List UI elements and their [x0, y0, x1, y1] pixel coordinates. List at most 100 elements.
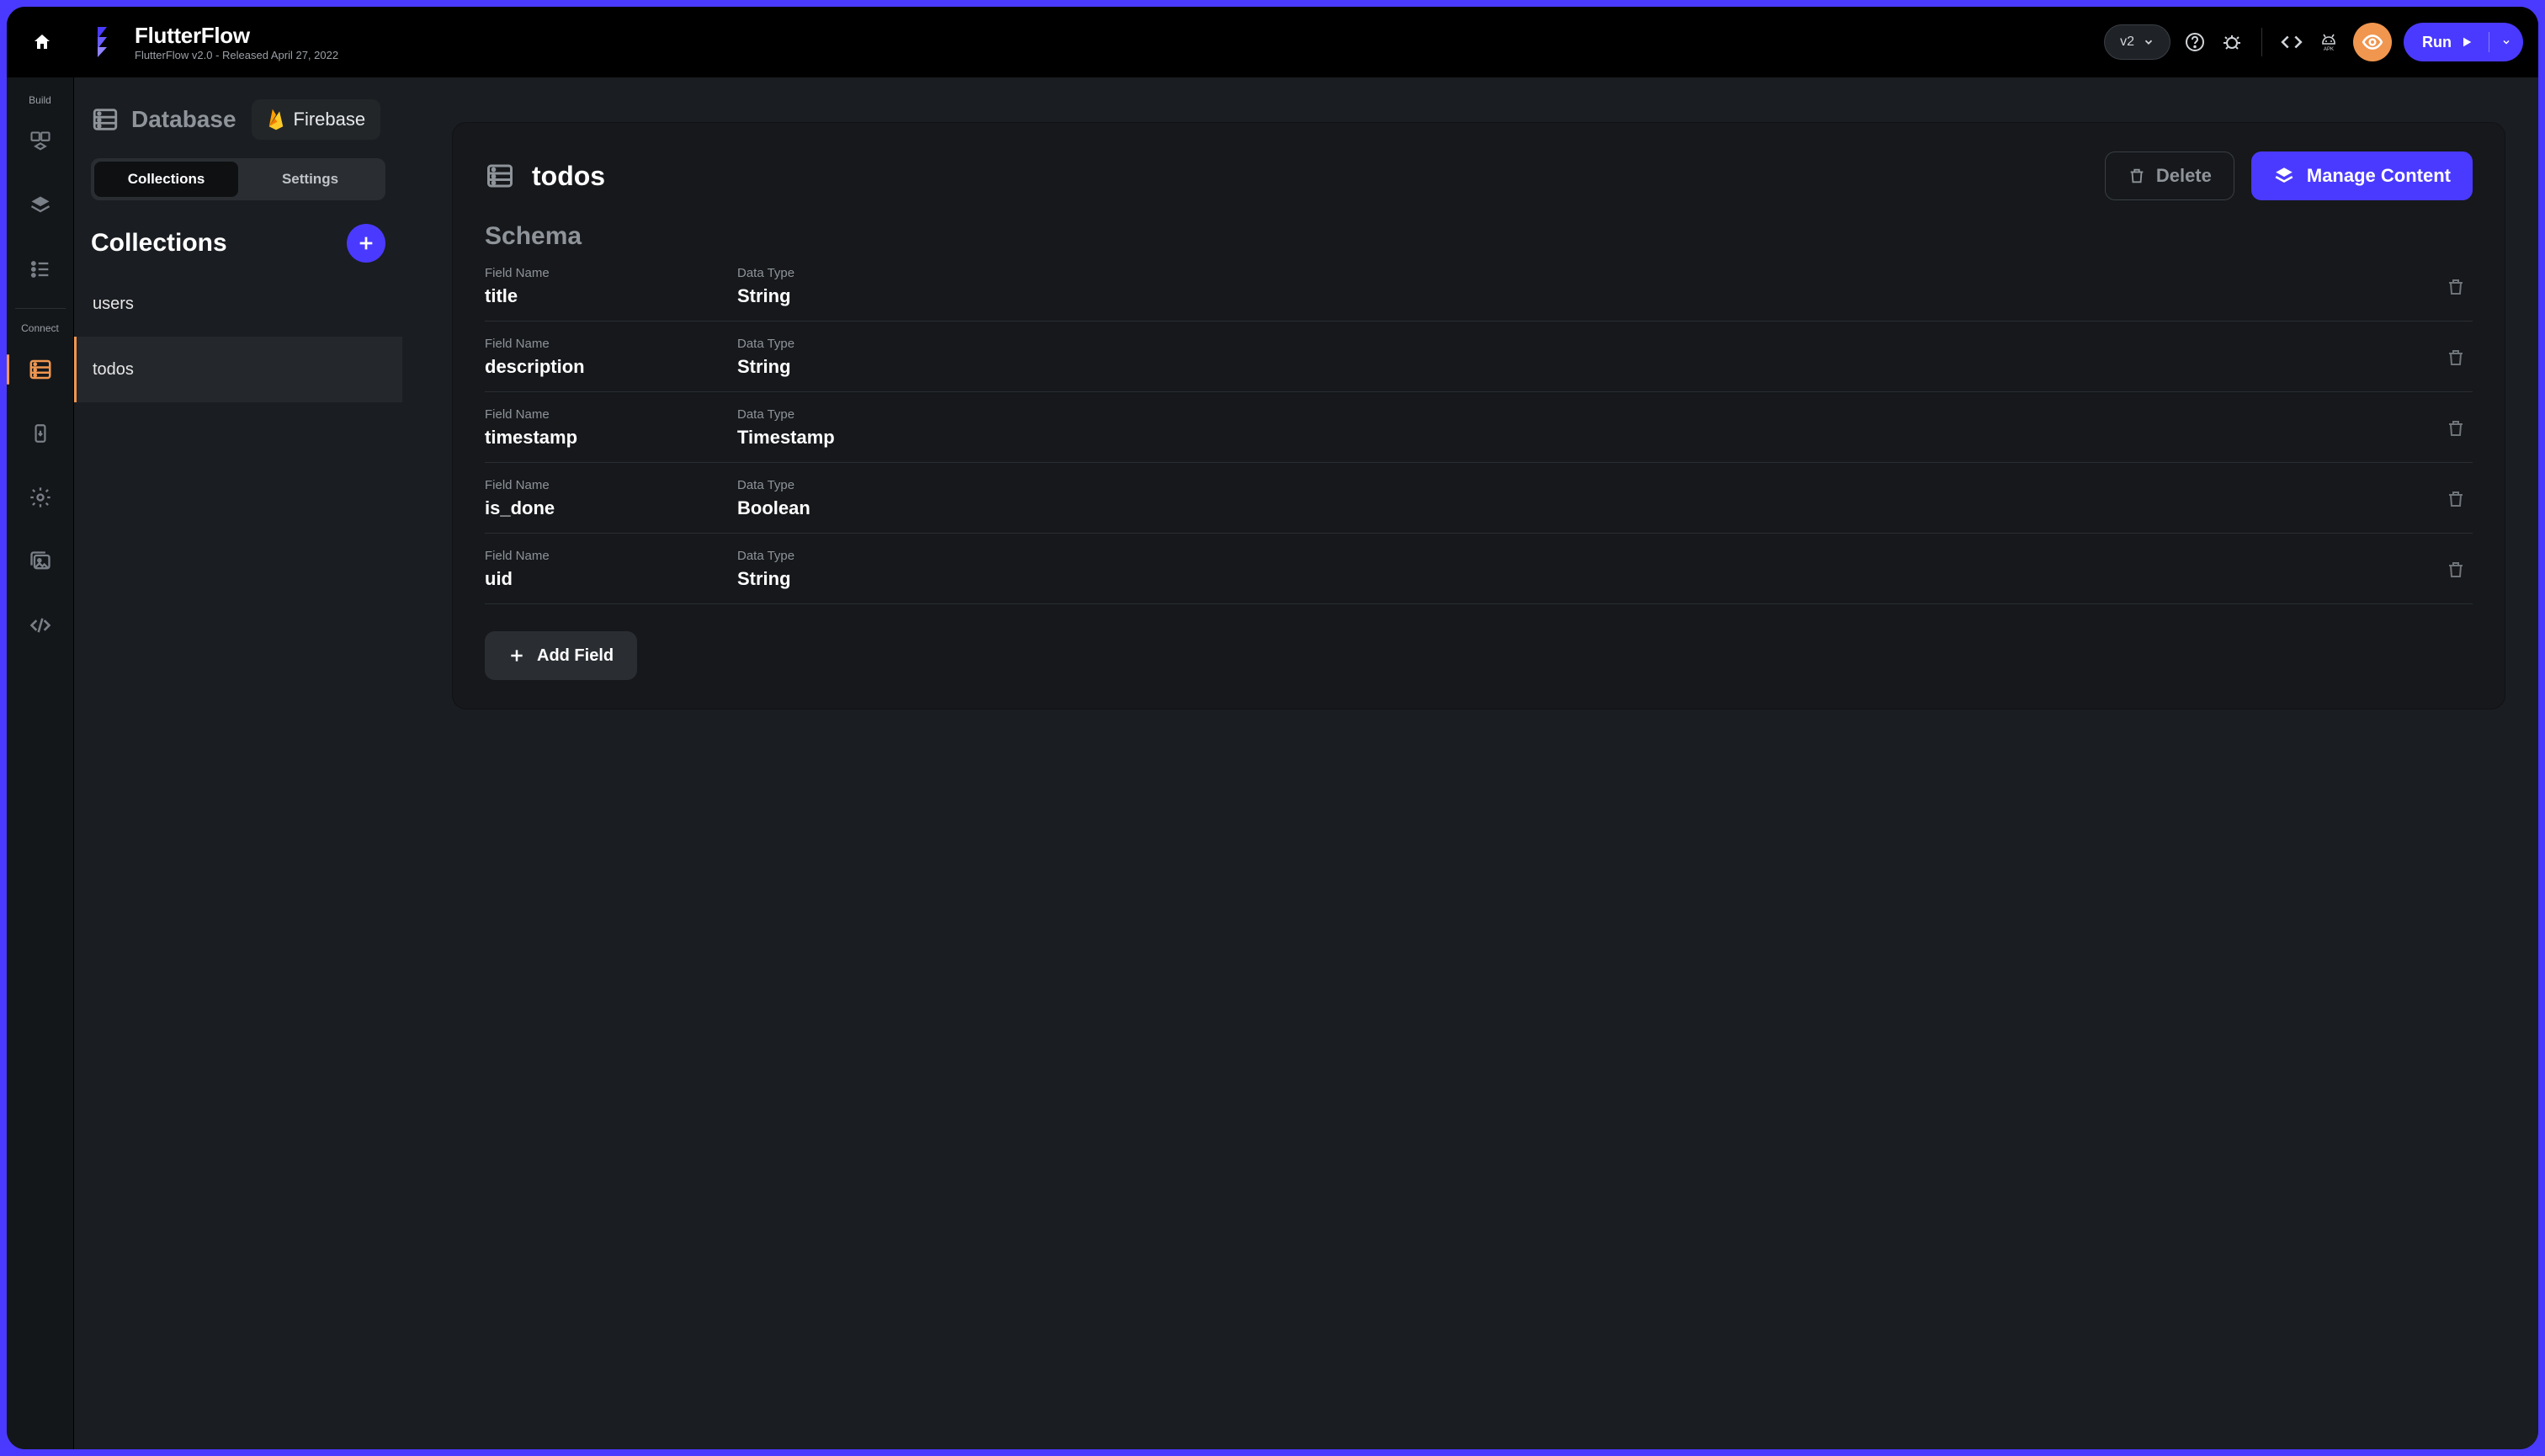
debug-button[interactable]	[2219, 29, 2245, 55]
delete-field-button[interactable]	[2439, 270, 2473, 304]
data-type-header: Data Type	[737, 266, 2439, 280]
add-field-button[interactable]: Add Field	[485, 631, 637, 680]
rail-firestore[interactable]	[20, 349, 61, 390]
preview-button[interactable]	[2353, 23, 2392, 61]
data-type-header: Data Type	[737, 478, 2439, 492]
nav-rail: Build Connect	[7, 77, 74, 1449]
delete-label: Delete	[2156, 165, 2212, 187]
version-label: v2	[2120, 35, 2134, 50]
firebase-icon	[267, 108, 285, 131]
data-type-header: Data Type	[737, 549, 2439, 563]
field-type-value: String	[737, 285, 2439, 307]
trash-icon	[2446, 489, 2466, 509]
main-content: todos Delete Manage Content Schema Field…	[402, 77, 2538, 1449]
run-dropdown[interactable]	[2489, 37, 2523, 47]
collection-item-users[interactable]: users	[74, 271, 402, 337]
collection-item-todos[interactable]: todos	[74, 337, 402, 402]
app-subtitle: FlutterFlow v2.0 - Released April 27, 20…	[135, 49, 338, 61]
schema-field-row: Field Name uidData Type String	[485, 534, 2473, 604]
home-button[interactable]	[7, 7, 77, 77]
field-name-header: Field Name	[485, 549, 737, 563]
field-type-value: String	[737, 568, 2439, 590]
code-button[interactable]	[2279, 29, 2304, 55]
image-gallery-icon	[29, 550, 52, 573]
field-name-header: Field Name	[485, 478, 737, 492]
field-type-value: String	[737, 356, 2439, 378]
plus-icon	[508, 647, 525, 664]
collection-panel: todos Delete Manage Content Schema Field…	[453, 123, 2505, 709]
android-apk-icon: APK	[2319, 32, 2339, 52]
collections-list: users todos	[74, 271, 402, 402]
gear-icon	[29, 486, 52, 509]
list-icon	[29, 258, 52, 281]
data-type-header: Data Type	[737, 407, 2439, 422]
database-icon	[91, 105, 120, 134]
delete-field-button[interactable]	[2439, 553, 2473, 587]
schema-field-row: Field Name is_doneData Type Boolean	[485, 463, 2473, 534]
field-name-header: Field Name	[485, 337, 737, 351]
delete-field-button[interactable]	[2439, 341, 2473, 375]
database-icon	[485, 161, 515, 191]
field-name-value: uid	[485, 568, 737, 590]
add-field-label: Add Field	[537, 646, 614, 666]
help-icon	[2185, 32, 2205, 52]
rail-section-build: Build	[29, 94, 51, 106]
field-name-value: is_done	[485, 497, 737, 519]
sidebar-tabs: Collections Settings	[91, 158, 385, 200]
rail-section-connect: Connect	[21, 322, 59, 334]
collection-item-label: users	[93, 295, 134, 314]
schema-field-row: Field Name descriptionData Type String	[485, 321, 2473, 392]
run-button[interactable]: Run	[2404, 23, 2523, 61]
provider-chip[interactable]: Firebase	[252, 99, 381, 140]
collections-heading: Collections	[91, 229, 227, 258]
play-icon	[2460, 35, 2473, 49]
rail-custom-code[interactable]	[20, 605, 61, 646]
widget-tree-icon	[29, 130, 52, 153]
rail-pages[interactable]	[20, 185, 61, 226]
schema-heading: Schema	[485, 222, 2473, 251]
field-name-value: timestamp	[485, 427, 737, 449]
tab-collections[interactable]: Collections	[94, 162, 238, 197]
provider-label: Firebase	[294, 109, 366, 130]
version-selector[interactable]: v2	[2104, 24, 2170, 60]
rail-list[interactable]	[20, 249, 61, 290]
data-type-header: Data Type	[737, 337, 2439, 351]
tab-settings[interactable]: Settings	[238, 162, 382, 197]
chevron-down-icon	[2143, 36, 2154, 48]
field-name-value: description	[485, 356, 737, 378]
device-download-icon	[29, 422, 51, 444]
rail-media[interactable]	[20, 541, 61, 582]
sidebar: Database Firebase Collections Settings C…	[74, 77, 402, 1449]
manage-content-button[interactable]: Manage Content	[2251, 151, 2473, 200]
trash-icon	[2446, 418, 2466, 438]
field-type-value: Boolean	[737, 497, 2439, 519]
rail-widgets[interactable]	[20, 121, 61, 162]
rail-settings[interactable]	[20, 477, 61, 518]
trash-icon	[2446, 560, 2466, 580]
field-name-header: Field Name	[485, 407, 737, 422]
help-button[interactable]	[2182, 29, 2208, 55]
manage-content-label: Manage Content	[2307, 165, 2451, 187]
collection-title: todos	[532, 161, 605, 192]
delete-field-button[interactable]	[2439, 412, 2473, 445]
bug-icon	[2222, 32, 2242, 52]
sidebar-title: Database	[131, 106, 236, 133]
schema-field-row: Field Name timestampData Type Timestamp	[485, 392, 2473, 463]
run-label: Run	[2422, 34, 2452, 51]
apk-download-button[interactable]: APK	[2316, 29, 2341, 55]
delete-collection-button[interactable]: Delete	[2105, 151, 2234, 200]
layers-icon	[2273, 165, 2295, 187]
field-type-value: Timestamp	[737, 427, 2439, 449]
database-icon	[28, 357, 53, 382]
trash-icon	[2446, 277, 2466, 297]
brand: FlutterFlow FlutterFlow v2.0 - Released …	[93, 23, 338, 61]
delete-field-button[interactable]	[2439, 482, 2473, 516]
eye-icon	[2362, 31, 2383, 53]
add-collection-button[interactable]	[347, 224, 385, 263]
home-icon	[32, 32, 52, 52]
plus-icon	[357, 234, 375, 252]
trash-icon	[2446, 348, 2466, 368]
code-icon	[2281, 31, 2303, 53]
rail-download-code[interactable]	[20, 413, 61, 454]
code-slash-icon	[29, 614, 52, 637]
